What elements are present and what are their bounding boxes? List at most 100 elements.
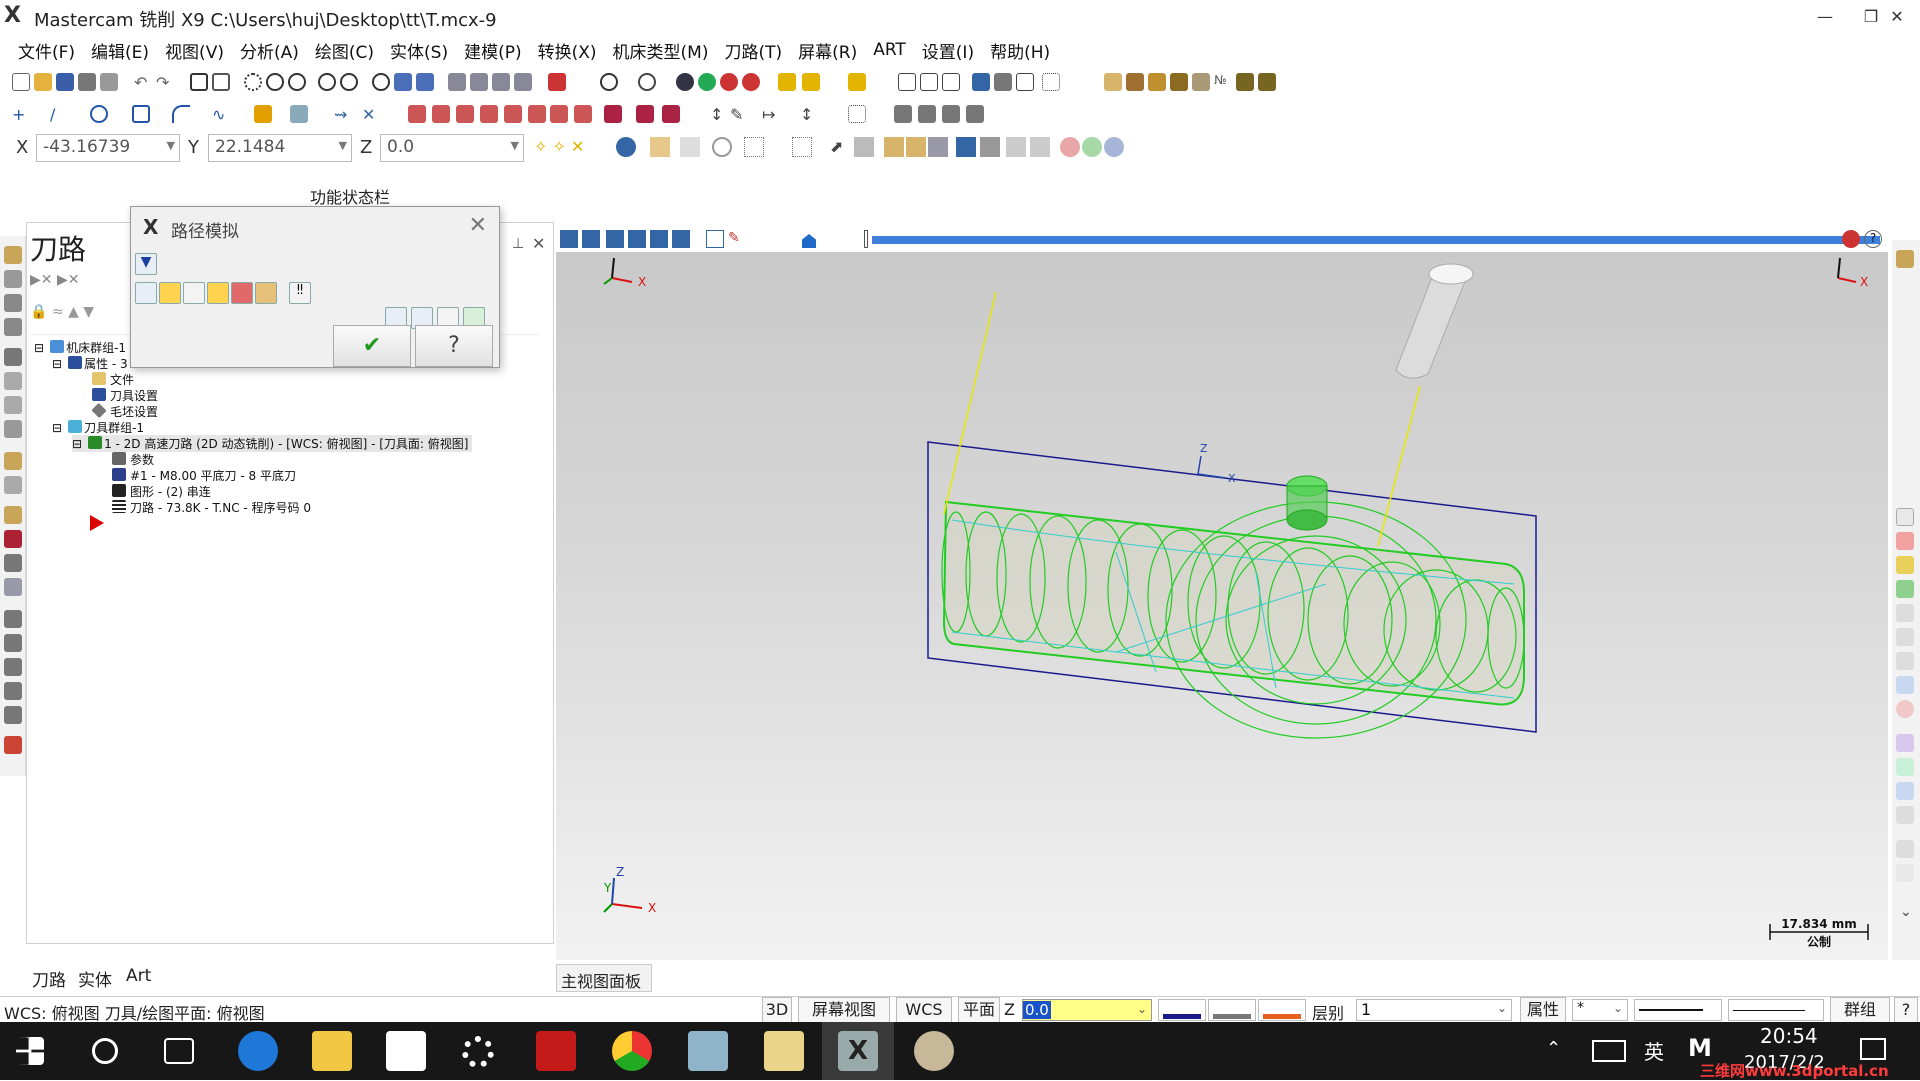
pocket-icon[interactable] (636, 105, 654, 123)
delete-icon[interactable] (1896, 700, 1914, 718)
trim-toolpath-icon[interactable] (4, 530, 22, 548)
menu-analyze[interactable]: 分析(A) (232, 38, 307, 63)
tab-toolpaths[interactable]: 刀路 (32, 966, 66, 991)
view-top-icon[interactable] (448, 73, 466, 91)
tab-main-viewsheet[interactable]: 主视图面板 (556, 964, 652, 992)
layer-icon[interactable] (1896, 840, 1914, 858)
unlock-select-icon[interactable] (1030, 137, 1050, 157)
regen-icon[interactable] (1896, 758, 1914, 776)
line-width-select[interactable] (1728, 999, 1824, 1021)
search-icon[interactable] (92, 1038, 118, 1064)
print-preview-icon[interactable] (100, 73, 118, 91)
select-entity-icon[interactable] (650, 137, 670, 157)
face-select-icon[interactable] (906, 137, 926, 157)
dialog-close-button[interactable]: ✕ (469, 213, 487, 238)
line-style-select[interactable] (1634, 999, 1722, 1021)
fillet-icon[interactable] (172, 105, 190, 123)
select-chain-icon[interactable] (680, 137, 700, 157)
rotate-icon[interactable] (372, 73, 390, 91)
dynamic-rotate-icon[interactable] (394, 73, 412, 91)
menu-model[interactable]: 建模(P) (456, 38, 530, 63)
position-marker[interactable] (864, 230, 868, 248)
optirough-icon[interactable] (4, 476, 22, 494)
notes-icon[interactable] (1104, 73, 1122, 91)
clear-colors-icon[interactable] (1896, 508, 1914, 526)
eraser-icon[interactable] (290, 105, 308, 123)
expand-icon[interactable]: ▼ (135, 253, 157, 275)
back-select-icon[interactable] (980, 137, 1000, 157)
save-icon[interactable] (56, 73, 74, 91)
blank-icon[interactable] (1896, 628, 1914, 646)
new-file-icon[interactable] (12, 73, 30, 91)
unzoom-icon[interactable] (318, 73, 336, 91)
camera-view-icon[interactable] (1896, 250, 1914, 268)
face-toolpath-icon[interactable] (4, 348, 22, 366)
contour-toolpath-icon[interactable] (4, 270, 22, 288)
menu-edit[interactable]: 编辑(E) (83, 38, 157, 63)
xform-mirror-icon[interactable] (456, 105, 474, 123)
fit-icon[interactable] (190, 73, 208, 91)
screen-icon[interactable] (994, 73, 1012, 91)
box-icon[interactable] (1126, 73, 1144, 91)
zoom-out-icon[interactable] (340, 73, 358, 91)
probe-icon[interactable]: ✎ (730, 105, 748, 124)
menu-create[interactable]: 绘图(C) (307, 38, 382, 63)
ime-language[interactable]: 英 (1644, 1036, 1664, 1065)
speed-slider-handle[interactable] (802, 234, 816, 248)
xform-scale-icon[interactable] (480, 105, 498, 123)
zoom-in-icon[interactable] (288, 73, 306, 91)
lathe-toolpath-icon[interactable] (4, 610, 22, 628)
view-dropdown-icon[interactable] (548, 73, 566, 91)
surface-toolpath-icon[interactable] (4, 452, 22, 470)
play-icon[interactable] (560, 230, 578, 248)
wireframe-toolpath-icon[interactable] (4, 578, 22, 596)
redo-icon[interactable]: ↷ (156, 73, 174, 92)
shade-icon[interactable] (1896, 734, 1914, 752)
circle-mill-icon[interactable] (4, 658, 22, 676)
minimize-button[interactable]: — (1802, 0, 1848, 34)
measure-icon[interactable]: ↕ (710, 105, 728, 124)
app-crystal-icon[interactable] (688, 1031, 728, 1071)
transform-toolpath-icon[interactable] (4, 506, 22, 524)
contour-icon[interactable] (662, 105, 680, 123)
stop-icon[interactable] (582, 230, 600, 248)
menu-art[interactable]: ART (865, 40, 914, 60)
tree-item[interactable]: ⊟ 机床群组-1 (34, 339, 126, 356)
mask-icon[interactable] (854, 137, 874, 157)
dimension-horizontal-icon[interactable]: ↦ (762, 105, 780, 124)
analyze-icon[interactable] (848, 73, 866, 91)
router-icon[interactable] (942, 105, 960, 123)
xform-stretch-icon[interactable] (574, 105, 592, 123)
mill-icon[interactable] (918, 105, 936, 123)
point-style-selector[interactable] (1208, 999, 1256, 1021)
pin-icon[interactable]: ⊥ (512, 236, 524, 252)
shaded-edges-icon[interactable] (698, 73, 716, 91)
engrave-toolpath-icon[interactable] (4, 372, 22, 390)
tree-item-selected-operation[interactable]: ⊟ 1 - 2D 高速刀路 (2D 动态铣削) - [WCS: 俯视图] - [刀… (72, 435, 473, 452)
translucency-icon[interactable] (720, 73, 738, 91)
ruler-icon[interactable] (4, 706, 22, 724)
ime-mode-icon[interactable]: M (1688, 1034, 1712, 1062)
info-circle-icon[interactable] (1104, 137, 1124, 157)
tree-item[interactable]: #1 - M8.00 平底刀 - 8 平底刀 (112, 467, 296, 484)
hatch-icon[interactable] (848, 105, 866, 123)
close-button[interactable]: ✕ (1874, 0, 1920, 34)
tab-art[interactable]: Art (126, 966, 151, 986)
ok-circle-icon[interactable] (1082, 137, 1102, 157)
undo-icon[interactable]: ↶ (134, 73, 152, 92)
grid-dropdown-icon[interactable] (1042, 73, 1060, 91)
view-right-icon[interactable] (492, 73, 510, 91)
refresh-display-icon[interactable] (1896, 806, 1914, 824)
dimension-vertical-icon[interactable]: ↕ (800, 105, 818, 124)
line-icon[interactable]: ∕ (50, 105, 68, 124)
solid-icon[interactable] (254, 105, 272, 123)
wcs-button[interactable]: WCS (896, 997, 952, 1023)
hammer-icon[interactable] (1148, 73, 1166, 91)
tree-item[interactable]: 文件 (92, 371, 134, 388)
status-help-button[interactable]: ? (1894, 997, 1918, 1023)
skip-back-icon[interactable] (606, 230, 624, 248)
chest-icon[interactable] (1170, 73, 1188, 91)
tree-item[interactable]: 参数 (112, 451, 154, 468)
slot-toolpath-icon[interactable] (4, 396, 22, 414)
xform-array-icon[interactable] (528, 105, 546, 123)
